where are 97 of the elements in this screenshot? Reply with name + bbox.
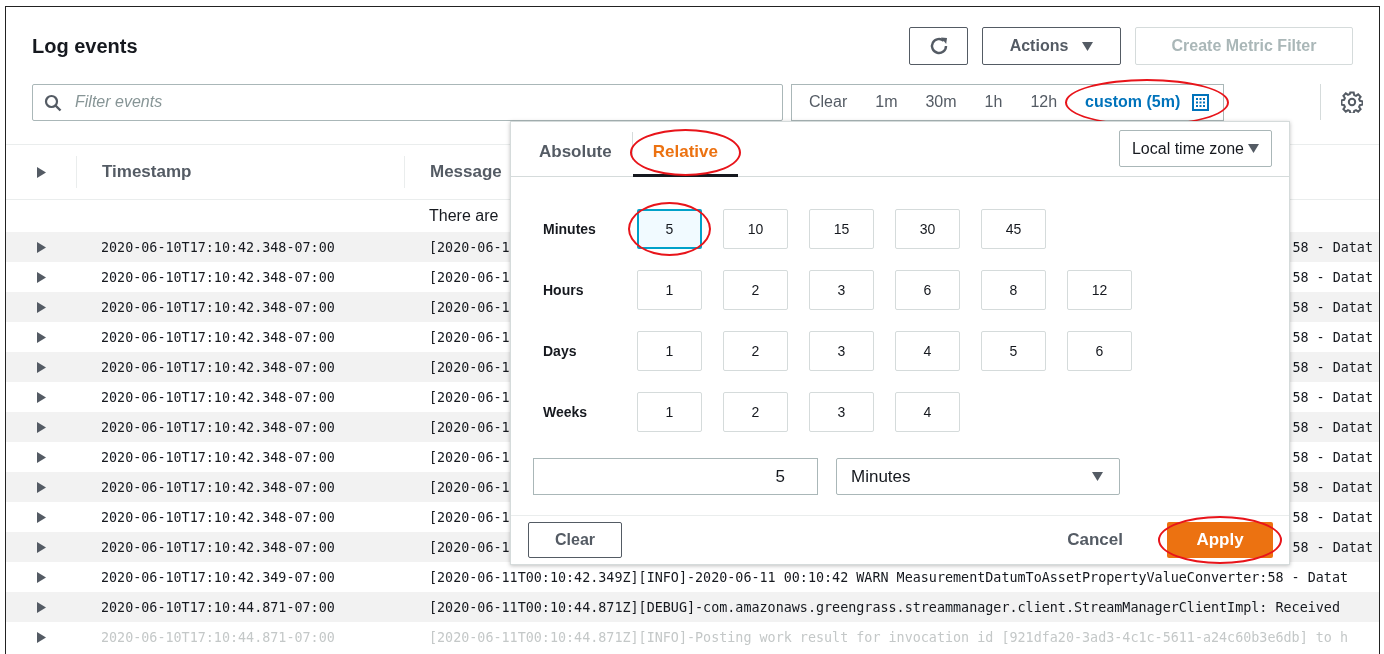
message-cell: 58 - Datat [1292, 329, 1373, 345]
expand-icon[interactable] [36, 421, 46, 433]
unit-label: Hours [543, 282, 585, 298]
timestamp-cell: 2020-06-10T17:10:44.871-07:00 [101, 629, 335, 645]
page-title: Log events [32, 34, 139, 58]
duration-option[interactable]: 6 [1067, 331, 1132, 371]
settings-icon[interactable] [1341, 91, 1363, 113]
message-cell: 58 - Datat [1292, 299, 1373, 315]
duration-option[interactable]: 6 [895, 270, 960, 310]
message-cell: 58 - Datat [1292, 269, 1373, 285]
message-cell: [2020-06-11T00:10:42.349Z][INFO]-2020-06-11 00:10:42 WARN MeasurementDatumToAssetPropertyValueConverter:58 - Datat [429, 569, 1349, 585]
message-cell: [2020-06-1 [429, 329, 510, 345]
unit-label: Minutes [543, 221, 597, 237]
caret-icon [1092, 472, 1103, 481]
expand-icon[interactable] [36, 511, 46, 523]
duration-option[interactable]: 3 [809, 392, 874, 432]
expand-icon[interactable] [36, 301, 46, 313]
duration-option[interactable]: 3 [809, 270, 874, 310]
duration-option[interactable]: 5 [637, 209, 702, 249]
message-cell: [2020-06-11T00:10:44.871Z][DEBUG]-com.amazonaws.greengrass.streammanager.client.StreamManagerClientImpl: Received [429, 599, 1340, 615]
calendar-icon [1192, 93, 1210, 111]
duration-option[interactable]: 15 [809, 209, 874, 249]
duration-option[interactable]: 4 [895, 331, 960, 371]
message-cell: [2020-06-1 [429, 269, 510, 285]
duration-option[interactable]: 8 [981, 270, 1046, 310]
expand-icon[interactable] [36, 631, 46, 643]
duration-option[interactable]: 12 [1067, 270, 1132, 310]
duration-option[interactable]: 1 [637, 392, 702, 432]
duration-option[interactable]: 1 [637, 331, 702, 371]
expand-icon[interactable] [36, 241, 46, 253]
expand-icon[interactable] [36, 541, 46, 553]
message-cell: 58 - Datat [1292, 539, 1373, 555]
expand-icon[interactable] [36, 331, 46, 343]
timestamp-cell: 2020-06-10T17:10:42.348-07:00 [101, 449, 335, 465]
duration-option[interactable]: 45 [981, 209, 1046, 249]
timestamp-cell: 2020-06-10T17:10:42.348-07:00 [101, 539, 335, 555]
message-cell: [2020-06-11T00:10:44.871Z][INFO]-Posting work result for invocation id [921dfa20-3ad3-4c1c-5611-a24c60b3e6db] to h [429, 629, 1349, 645]
message-cell: [2020-06-1 [429, 479, 510, 495]
message-cell: [2020-06-1 [429, 449, 510, 465]
cancel-button[interactable]: Cancel [1061, 529, 1129, 551]
expand-icon[interactable] [36, 271, 46, 283]
message-cell: [2020-06-1 [429, 389, 510, 405]
refresh-button[interactable] [909, 27, 968, 65]
column-header[interactable]: Message [404, 156, 502, 188]
expand-icon[interactable] [36, 391, 46, 403]
expand-icon[interactable] [36, 481, 46, 493]
message-cell: 58 - Datat [1292, 449, 1373, 465]
unit-label: Weeks [543, 404, 589, 420]
expand-icon[interactable] [36, 601, 46, 613]
timestamp-cell: 2020-06-10T17:10:42.348-07:00 [101, 479, 335, 495]
message-cell: [2020-06-1 [429, 419, 510, 435]
duration-option[interactable]: 5 [981, 331, 1046, 371]
message-cell: 58 - Datat [1292, 479, 1373, 495]
tab[interactable]: Absolute [519, 132, 632, 177]
duration-option[interactable]: 2 [723, 331, 788, 371]
unit-dropdown[interactable]: Minutes [836, 458, 1120, 495]
timestamp-cell: 2020-06-10T17:10:44.871-07:00 [101, 599, 335, 615]
duration-option[interactable]: 4 [895, 392, 960, 432]
message-cell: [2020-06-1 [429, 359, 510, 375]
expand-icon[interactable] [36, 166, 46, 178]
time-zone-dropdown[interactable]: Local time zone [1118, 130, 1272, 167]
message-cell: [2020-06-1 [429, 299, 510, 315]
filter-field[interactable]: Filter events [32, 83, 783, 121]
message-cell: [2020-06-1 [429, 509, 510, 525]
message-cell: [2020-06-1 [429, 539, 510, 555]
column-header[interactable]: Timestamp [76, 156, 404, 188]
timestamp-cell: 2020-06-10T17:10:42.348-07:00 [101, 299, 335, 315]
empty-notice: There are [429, 207, 499, 225]
message-cell: [2020-06-1 [429, 239, 510, 255]
caret-icon [1082, 41, 1094, 51]
caret-icon [1248, 144, 1259, 153]
timestamp-cell: 2020-06-10T17:10:42.348-07:00 [101, 329, 335, 345]
duration-option[interactable]: 10 [723, 209, 788, 249]
clear-button[interactable]: Clear [528, 522, 623, 558]
message-cell: 58 - Datat [1292, 389, 1373, 405]
amount-field[interactable]: 5 [533, 458, 818, 495]
expand-icon[interactable] [36, 571, 46, 583]
unit-label: Days [543, 343, 578, 359]
expand-icon[interactable] [36, 361, 46, 373]
duration-option[interactable]: 2 [723, 392, 788, 432]
timestamp-cell: 2020-06-10T17:10:42.349-07:00 [101, 569, 335, 585]
message-cell: 58 - Datat [1292, 359, 1373, 375]
duration-option[interactable]: 30 [895, 209, 960, 249]
duration-option[interactable]: 2 [723, 270, 788, 310]
timestamp-cell: 2020-06-10T17:10:42.348-07:00 [101, 509, 335, 525]
duration-option[interactable]: 3 [809, 331, 874, 371]
message-cell: 58 - Datat [1292, 509, 1373, 525]
message-cell: 58 - Datat [1292, 419, 1373, 435]
timestamp-cell: 2020-06-10T17:10:42.348-07:00 [101, 269, 335, 285]
expand-icon[interactable] [36, 451, 46, 463]
timestamp-cell: 2020-06-10T17:10:42.348-07:00 [101, 359, 335, 375]
actions-dropdown[interactable]: Actions [982, 27, 1121, 65]
duration-option[interactable]: 1 [637, 270, 702, 310]
message-cell: 58 - Datat [1292, 239, 1373, 255]
timestamp-cell: 2020-06-10T17:10:42.348-07:00 [101, 389, 335, 405]
timestamp-cell: 2020-06-10T17:10:42.348-07:00 [101, 419, 335, 435]
timestamp-cell: 2020-06-10T17:10:42.348-07:00 [101, 239, 335, 255]
